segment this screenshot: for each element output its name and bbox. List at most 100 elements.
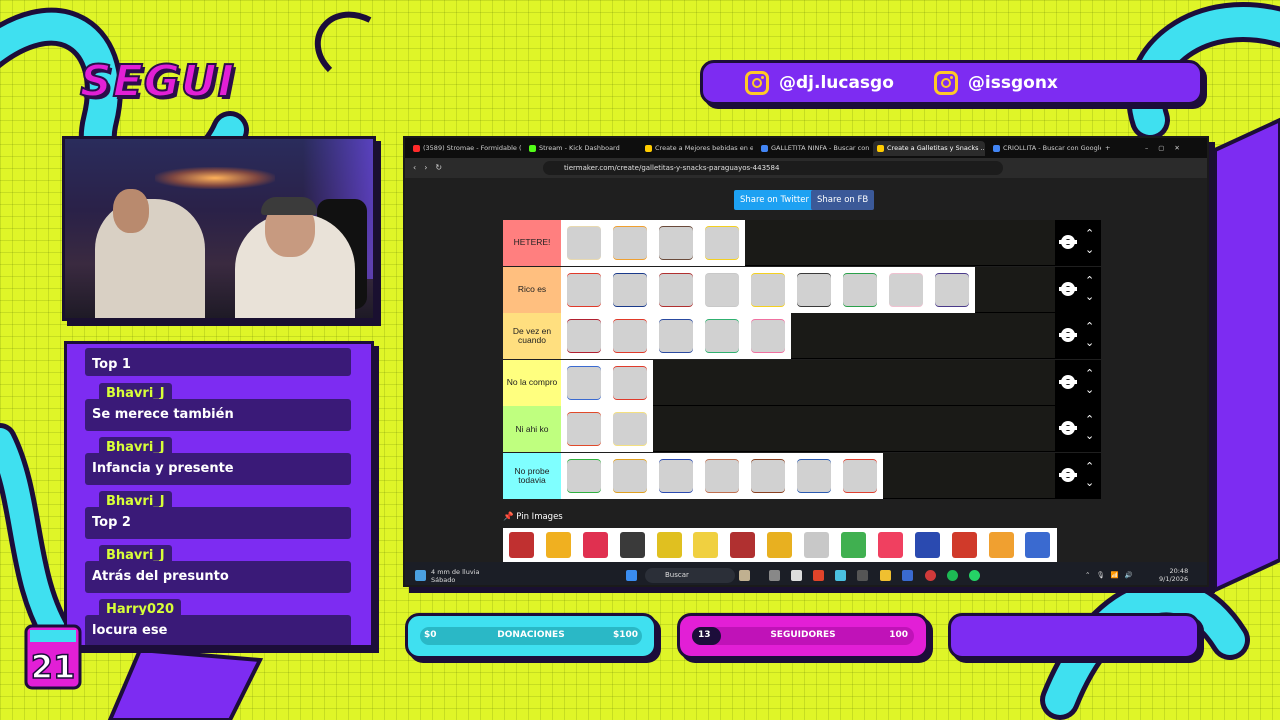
app-icon[interactable] (902, 570, 913, 581)
snack-image[interactable] (791, 266, 837, 313)
snack-image[interactable] (745, 453, 791, 499)
gear-icon[interactable] (1059, 374, 1077, 389)
window-controls[interactable]: –▢✕ (1143, 141, 1203, 156)
tier-label[interactable]: Ni ahi ko (503, 406, 561, 453)
snack-image[interactable] (561, 453, 607, 499)
chat-message: Top 1 (85, 348, 351, 376)
chevron-up-icon[interactable]: ⌃ (1085, 275, 1094, 286)
snack-image[interactable] (699, 220, 745, 266)
snack-image[interactable] (607, 313, 653, 360)
calendar-icon[interactable] (791, 570, 802, 581)
share-fb-button[interactable]: Share on FB (811, 190, 875, 210)
snack-image[interactable] (653, 313, 699, 360)
snack-image[interactable] (607, 453, 653, 499)
browser-tab-active[interactable]: Create a Galletitas y Snacks ... (873, 141, 985, 156)
snack-image[interactable] (607, 406, 653, 453)
brave-icon[interactable] (813, 570, 824, 581)
url-field[interactable]: tiermaker.com/create/galletitas-y-snacks… (543, 161, 1003, 175)
snack-image[interactable] (561, 266, 607, 313)
weather-text[interactable]: 4 mm de lluvia Sábado (431, 568, 480, 584)
address-bar-row: ‹›↻ tiermaker.com/create/galletitas-y-sn… (405, 158, 1207, 178)
snack-image[interactable] (607, 359, 653, 406)
chevron-down-icon[interactable]: ⌄ (1085, 291, 1094, 302)
chevron-up-icon[interactable]: ⌃ (1085, 461, 1094, 472)
share-twitter-button[interactable]: Share on Twitter (734, 190, 816, 210)
snack-image[interactable] (699, 266, 745, 313)
snack-image[interactable] (837, 266, 883, 313)
snack-image[interactable] (946, 528, 983, 562)
snack-image[interactable] (687, 528, 724, 562)
snack-image[interactable] (798, 528, 835, 562)
clock[interactable]: 20:48 9/1/2026 (1159, 567, 1188, 583)
snack-image[interactable] (791, 453, 837, 499)
edge-icon[interactable] (835, 570, 846, 581)
new-tab-button[interactable]: + (1103, 141, 1115, 156)
snack-image[interactable] (561, 220, 607, 266)
gear-icon[interactable] (1059, 328, 1077, 343)
snack-image[interactable] (929, 266, 975, 313)
snack-image[interactable] (883, 266, 929, 313)
gear-icon[interactable] (1059, 421, 1077, 436)
taskbar-search[interactable]: Buscar (645, 568, 735, 583)
snack-image[interactable] (745, 266, 791, 313)
browser-tab[interactable]: CRIOLLITA - Buscar con Google (989, 141, 1101, 156)
snack-image[interactable] (699, 313, 745, 360)
snack-image[interactable] (561, 313, 607, 360)
system-tray[interactable]: ⌃🎙📶🔊 (1085, 571, 1139, 579)
gear-icon[interactable] (1059, 468, 1077, 482)
snack-image[interactable] (653, 220, 699, 266)
spotify-icon[interactable] (947, 570, 958, 581)
snack-image[interactable] (835, 528, 872, 562)
nav-buttons[interactable]: ‹›↻ (411, 160, 451, 175)
browser-tab[interactable]: GALLETITA NINFA - Buscar con ... (757, 141, 869, 156)
snack-image[interactable] (614, 528, 651, 562)
whatsapp-icon[interactable] (969, 570, 980, 581)
snack-image[interactable] (909, 528, 946, 562)
browser-tab[interactable]: (3589) Stromae - Formidable (Li... (409, 141, 521, 156)
task-view-icon[interactable] (769, 570, 780, 581)
snack-image[interactable] (653, 266, 699, 313)
snack-image[interactable] (699, 453, 745, 499)
tab-label: CRIOLLITA - Buscar con Google (1003, 144, 1101, 152)
snack-image[interactable] (651, 528, 688, 562)
tier-label[interactable]: De vez en cuando (503, 313, 561, 360)
app-icon[interactable] (739, 570, 750, 581)
browser-tab[interactable]: Create a Mejores bebidas en el ... (641, 141, 753, 156)
start-icon[interactable] (626, 570, 637, 581)
chevron-up-icon[interactable]: ⌃ (1085, 414, 1094, 425)
snack-image[interactable] (837, 453, 883, 499)
chevron-down-icon[interactable]: ⌄ (1085, 337, 1094, 348)
gear-icon[interactable] (1059, 281, 1077, 296)
tier-label[interactable]: No probe todavia (503, 453, 561, 499)
chevron-up-icon[interactable]: ⌃ (1085, 228, 1094, 239)
snack-image[interactable] (561, 359, 607, 406)
snack-image[interactable] (983, 528, 1020, 562)
chevron-down-icon[interactable]: ⌄ (1085, 430, 1094, 441)
settings-icon[interactable] (857, 570, 868, 581)
snack-image[interactable] (745, 313, 791, 360)
snack-image[interactable] (872, 528, 909, 562)
snack-image[interactable] (540, 528, 577, 562)
chevron-down-icon[interactable]: ⌄ (1085, 477, 1094, 488)
chevron-down-icon[interactable]: ⌄ (1085, 244, 1094, 255)
snack-image[interactable] (653, 453, 699, 499)
snack-image[interactable] (1019, 528, 1056, 562)
snack-image[interactable] (577, 528, 614, 562)
browser-tab[interactable]: Stream - Kick Dashboard (525, 141, 637, 156)
chevron-up-icon[interactable]: ⌃ (1085, 321, 1094, 332)
tier-label[interactable]: HETERE! (503, 220, 561, 266)
snack-image[interactable] (724, 528, 761, 562)
snack-image[interactable] (761, 528, 798, 562)
snack-image[interactable] (503, 528, 540, 562)
tab-label: GALLETITA NINFA - Buscar con ... (771, 144, 869, 152)
tier-label[interactable]: No la compro (503, 359, 561, 406)
gear-icon[interactable] (1059, 235, 1077, 249)
snack-image[interactable] (607, 266, 653, 313)
file-explorer-icon[interactable] (880, 570, 891, 581)
chevron-up-icon[interactable]: ⌃ (1085, 368, 1094, 379)
obs-icon[interactable] (925, 570, 936, 581)
tier-label[interactable]: Rico es (503, 266, 561, 313)
snack-image[interactable] (561, 406, 607, 453)
snack-image[interactable] (607, 220, 653, 266)
chevron-down-icon[interactable]: ⌄ (1085, 384, 1094, 395)
